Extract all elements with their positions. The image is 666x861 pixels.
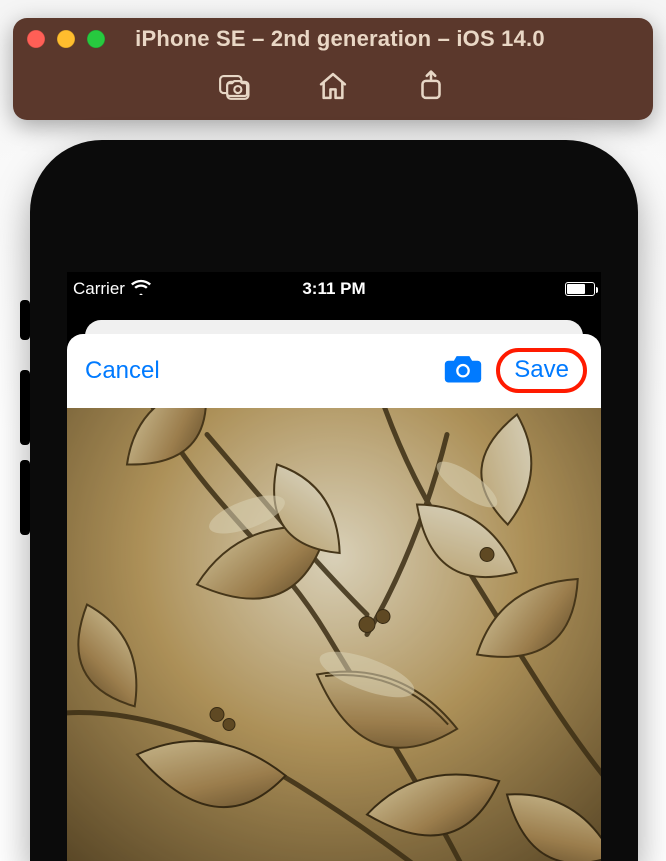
modal-sheet: Cancel Save (67, 334, 601, 861)
share-icon (414, 69, 448, 108)
screenshot-icon (218, 69, 252, 108)
volume-down-button[interactable] (20, 460, 30, 535)
camera-button[interactable] (442, 349, 484, 391)
save-button[interactable]: Save (496, 348, 587, 393)
camera-icon (443, 351, 483, 390)
device-frame: Carrier 3:11 PM Cancel (30, 140, 638, 861)
share-button[interactable] (411, 68, 451, 108)
photo-preview[interactable] (67, 408, 601, 861)
battery-icon (565, 282, 595, 296)
home-icon (316, 69, 350, 108)
mute-switch[interactable] (20, 300, 30, 340)
wifi-icon (131, 279, 151, 300)
status-bar: Carrier 3:11 PM (67, 272, 601, 306)
simulator-titlebar: iPhone SE – 2nd generation – iOS 14.0 (13, 18, 653, 60)
simulator-title: iPhone SE – 2nd generation – iOS 14.0 (119, 26, 561, 52)
window-controls (27, 30, 105, 48)
minimize-window-button[interactable] (57, 30, 75, 48)
carrier-label: Carrier (73, 279, 125, 299)
home-button[interactable] (313, 68, 353, 108)
cancel-button[interactable]: Cancel (85, 357, 160, 385)
zoom-window-button[interactable] (87, 30, 105, 48)
clock: 3:11 PM (302, 279, 365, 299)
simulator-toolbar (13, 60, 653, 116)
screenshot-button[interactable] (215, 68, 255, 108)
close-window-button[interactable] (27, 30, 45, 48)
simulator-window: iPhone SE – 2nd generation – iOS 14.0 (13, 18, 653, 120)
device-screen: Carrier 3:11 PM Cancel (67, 272, 601, 861)
volume-up-button[interactable] (20, 370, 30, 445)
sheet-navbar: Cancel Save (67, 334, 601, 408)
